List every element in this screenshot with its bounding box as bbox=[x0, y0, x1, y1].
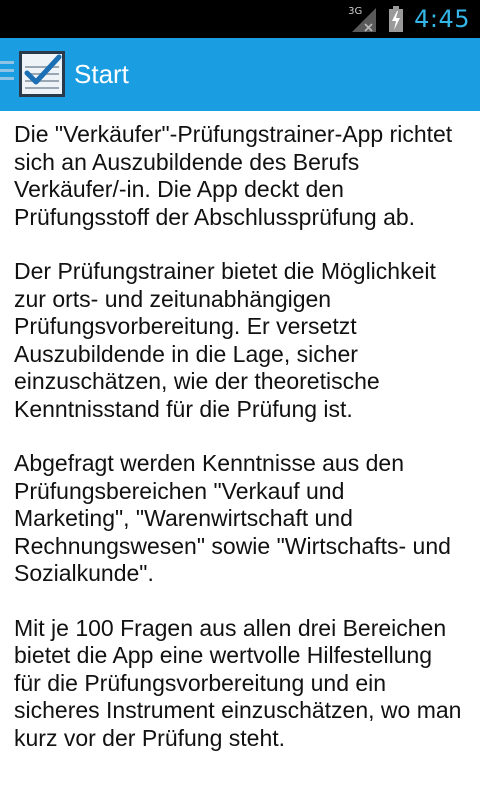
paragraph-topics: Abgefragt werden Kenntnisse aus den Prüf… bbox=[14, 450, 451, 586]
status-icons: 3G 4:45 bbox=[348, 0, 470, 38]
signal-icon: 3G bbox=[348, 4, 378, 34]
paragraph-questions: Mit je 100 Fragen aus allen drei Bereich… bbox=[14, 614, 462, 751]
paragraph-intro: Die "Verkäufer"-Prüfungstrainer-App rich… bbox=[14, 121, 453, 230]
drawer-icon[interactable] bbox=[0, 61, 14, 85]
screen-title: Start bbox=[74, 59, 129, 89]
status-bar: 3G 4:45 bbox=[0, 0, 480, 38]
intro-text: Die "Verkäufer"-Prüfungstrainer-App rich… bbox=[14, 121, 464, 779]
action-bar: Start bbox=[0, 38, 480, 111]
clock: 4:45 bbox=[414, 5, 470, 33]
app-checklist-icon[interactable] bbox=[19, 51, 65, 97]
paragraph-features: Der Prüfungstrainer bietet die Möglichke… bbox=[14, 258, 436, 422]
battery-charging-icon bbox=[388, 5, 404, 33]
